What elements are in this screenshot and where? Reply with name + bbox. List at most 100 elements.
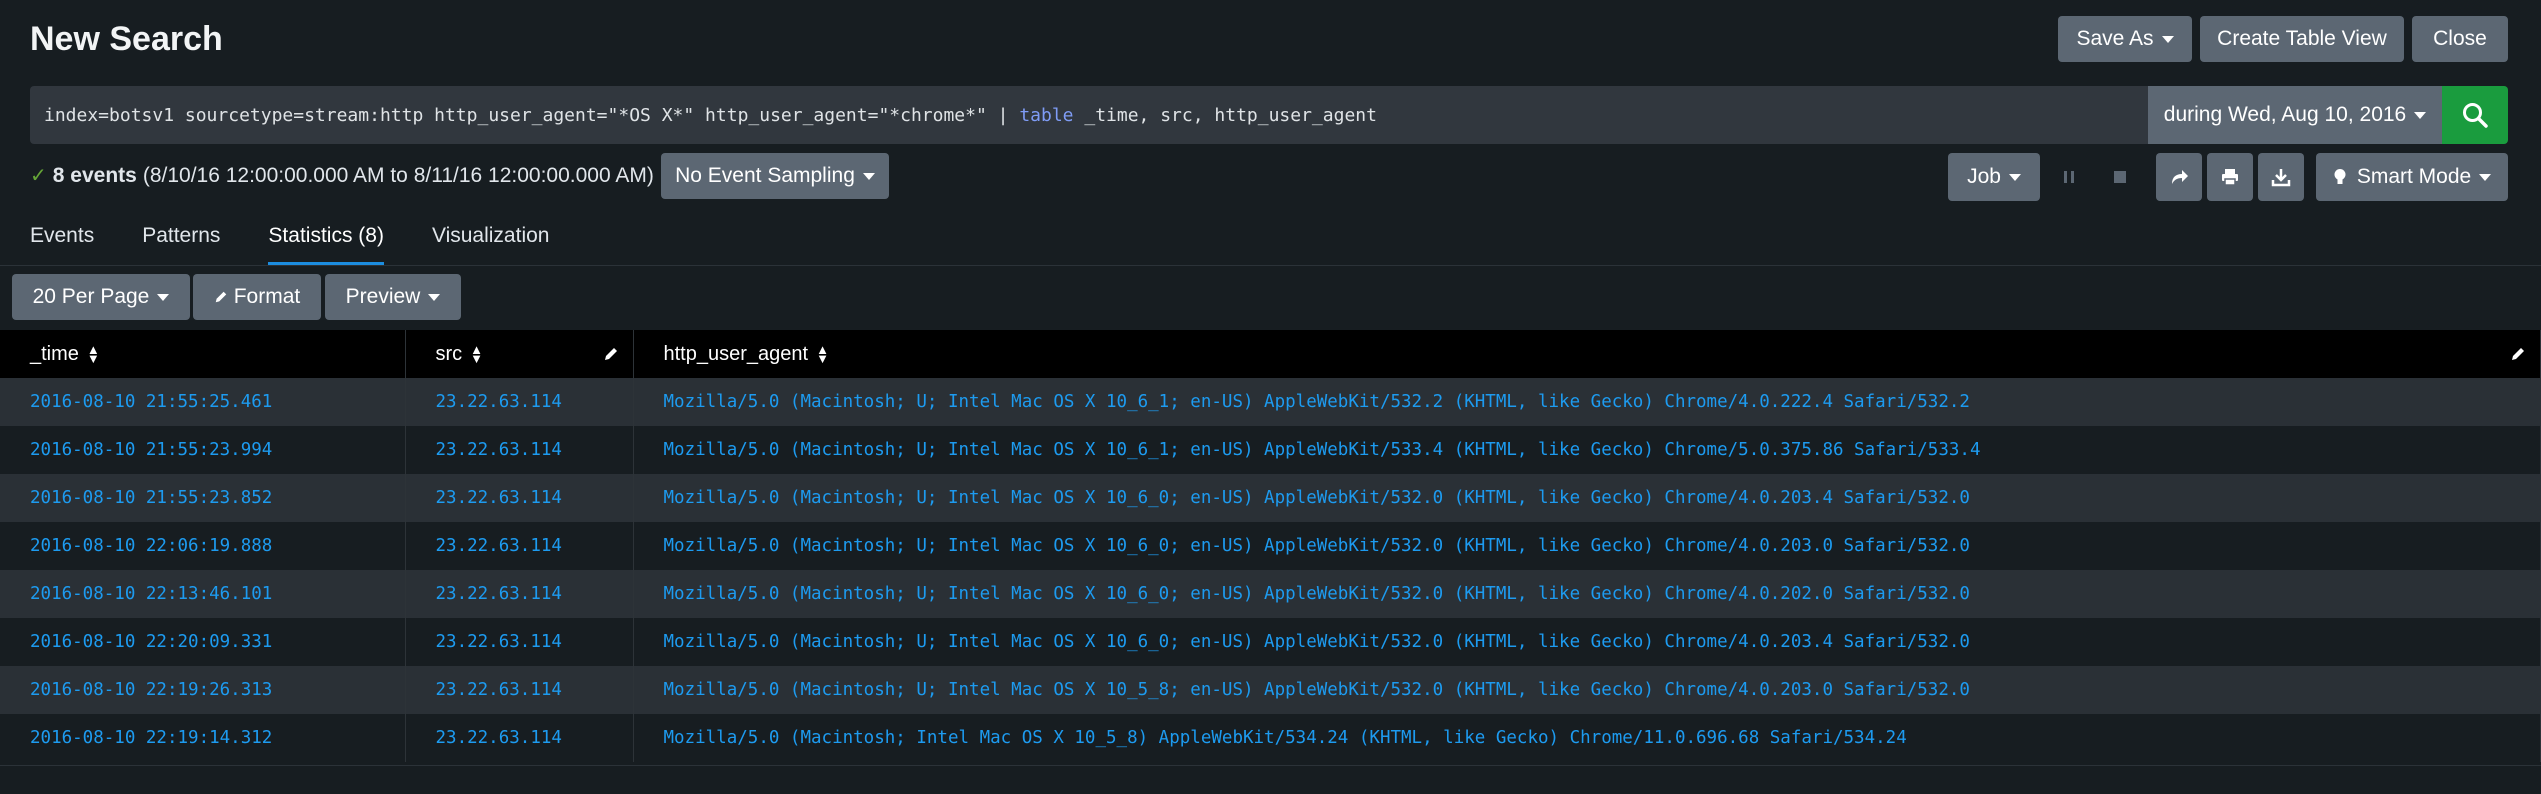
table-row: 2016-08-10 21:55:23.994 23.22.63.114 Moz… [0, 426, 2541, 474]
page-title: New Search [30, 20, 223, 58]
close-button[interactable]: Close [2412, 16, 2508, 62]
table-row: 2016-08-10 22:19:14.312 23.22.63.114 Moz… [0, 714, 2541, 762]
pencil-icon [215, 291, 226, 303]
cell-src[interactable]: 23.22.63.114 [405, 426, 634, 474]
time-range-label: during Wed, Aug 10, 2016 [2163, 103, 2407, 126]
query-prefix: index=botsv1 sourcetype=stream:http http… [44, 104, 1020, 126]
printer-icon [2222, 169, 2238, 186]
format-button[interactable]: Format [193, 274, 321, 320]
events-range: (8/10/16 12:00:00.000 AM to 8/11/16 12:0… [142, 163, 654, 187]
table-row: 2016-08-10 21:55:25.461 23.22.63.114 Moz… [0, 378, 2541, 426]
cell-user-agent[interactable]: Mozilla/5.0 (Macintosh; U; Intel Mac OS … [633, 522, 2541, 570]
preview-dropdown[interactable]: Preview [325, 274, 461, 320]
sort-arrows-icon[interactable]: ▲ ▼ [816, 343, 829, 365]
cell-user-agent[interactable]: Mozilla/5.0 (Macintosh; U; Intel Mac OS … [633, 666, 2541, 714]
print-button[interactable] [2207, 153, 2253, 201]
save-as-label: Save As [2076, 27, 2154, 50]
cell-user-agent[interactable]: Mozilla/5.0 (Macintosh; U; Intel Mac OS … [633, 570, 2541, 618]
cell-src[interactable]: 23.22.63.114 [405, 666, 634, 714]
stop-icon [2114, 171, 2126, 183]
sort-arrows-icon[interactable]: ▲ ▼ [470, 343, 483, 365]
search-button[interactable] [2442, 86, 2508, 144]
format-label: Format [233, 285, 301, 308]
table-header-row: _time ▲ ▼ src ▲ ▼ http_user_agent ▲ ▼ [0, 330, 2541, 378]
checkmark-icon: ✓ [30, 165, 47, 187]
table-row: 2016-08-10 21:55:23.852 23.22.63.114 Moz… [0, 474, 2541, 522]
table-row: 2016-08-10 22:13:46.101 23.22.63.114 Moz… [0, 570, 2541, 618]
tab-statistics[interactable]: Statistics (8) [268, 224, 384, 266]
event-sampling-label: No Event Sampling [675, 164, 855, 187]
chevron-down-icon [2414, 111, 2427, 119]
tab-patterns[interactable]: Patterns [142, 224, 220, 266]
query-suffix: _time, src, http_user_agent [1073, 104, 1377, 126]
cell-src[interactable]: 23.22.63.114 [405, 714, 634, 762]
cell-src[interactable]: 23.22.63.114 [405, 618, 634, 666]
export-button[interactable] [2258, 153, 2304, 201]
share-button[interactable] [2156, 153, 2202, 201]
column-header-label: src [435, 342, 463, 365]
column-header-src[interactable]: src ▲ ▼ [405, 330, 634, 378]
job-dropdown[interactable]: Job [1948, 153, 2040, 201]
events-count: 8 events [52, 163, 137, 187]
column-header-label: _time [30, 342, 79, 365]
cell-time[interactable]: 2016-08-10 21:55:25.461 [0, 378, 406, 426]
create-table-view-button[interactable]: Create Table View [2200, 16, 2404, 62]
table-row: 2016-08-10 22:06:19.888 23.22.63.114 Moz… [0, 522, 2541, 570]
pencil-icon[interactable] [2510, 346, 2526, 362]
sort-arrows-icon[interactable]: ▲ ▼ [87, 343, 100, 365]
download-icon [2271, 169, 2291, 187]
share-arrow-icon [2172, 170, 2188, 184]
save-as-button[interactable]: Save As [2058, 16, 2192, 62]
tab-visualization[interactable]: Visualization [432, 224, 550, 266]
per-page-dropdown[interactable]: 20 Per Page [12, 274, 190, 320]
chevron-down-icon [2479, 173, 2492, 181]
cell-time[interactable]: 2016-08-10 21:55:23.994 [0, 426, 406, 474]
cell-src[interactable]: 23.22.63.114 [405, 378, 634, 426]
pencil-icon[interactable] [603, 346, 619, 362]
per-page-label: 20 Per Page [32, 285, 150, 308]
cell-time[interactable]: 2016-08-10 21:55:23.852 [0, 474, 406, 522]
pause-button[interactable] [2051, 153, 2087, 201]
lightbulb-icon [2334, 169, 2346, 184]
stop-button[interactable] [2102, 153, 2138, 201]
preview-label: Preview [345, 285, 421, 308]
cell-time[interactable]: 2016-08-10 22:20:09.331 [0, 618, 406, 666]
cell-user-agent[interactable]: Mozilla/5.0 (Macintosh; U; Intel Mac OS … [633, 378, 2541, 426]
cell-src[interactable]: 23.22.63.114 [405, 522, 634, 570]
chevron-down-icon [862, 172, 875, 180]
chevron-down-icon [428, 293, 441, 301]
cell-time[interactable]: 2016-08-10 22:06:19.888 [0, 522, 406, 570]
cell-time[interactable]: 2016-08-10 22:13:46.101 [0, 570, 406, 618]
cell-user-agent[interactable]: Mozilla/5.0 (Macintosh; Intel Mac OS X 1… [633, 714, 2541, 762]
cell-src[interactable]: 23.22.63.114 [405, 474, 634, 522]
cell-user-agent[interactable]: Mozilla/5.0 (Macintosh; U; Intel Mac OS … [633, 618, 2541, 666]
cell-user-agent[interactable]: Mozilla/5.0 (Macintosh; U; Intel Mac OS … [633, 474, 2541, 522]
column-header-time[interactable]: _time ▲ ▼ [0, 330, 406, 378]
cell-src[interactable]: 23.22.63.114 [405, 570, 634, 618]
create-table-view-label: Create Table View [2217, 27, 2387, 50]
cell-time[interactable]: 2016-08-10 22:19:26.313 [0, 666, 406, 714]
event-sampling-dropdown[interactable]: No Event Sampling [661, 153, 889, 199]
tabs-divider [0, 265, 2541, 266]
cell-time[interactable]: 2016-08-10 22:19:14.312 [0, 714, 406, 762]
table-row: 2016-08-10 22:19:26.313 23.22.63.114 Moz… [0, 666, 2541, 714]
time-range-picker[interactable]: during Wed, Aug 10, 2016 [2148, 86, 2442, 144]
search-input[interactable]: index=botsv1 sourcetype=stream:http http… [30, 86, 2148, 144]
table-footer-divider [0, 765, 2541, 766]
column-header-label: http_user_agent [663, 342, 809, 365]
close-label: Close [2433, 27, 2487, 50]
job-label: Job [1967, 165, 2001, 188]
search-mode-dropdown[interactable]: Smart Mode [2316, 153, 2508, 201]
column-header-http-user-agent[interactable]: http_user_agent ▲ ▼ [633, 330, 2541, 378]
results-tabs: Events Patterns Statistics (8) Visualiza… [30, 224, 597, 266]
event-summary: ✓ 8 events (8/10/16 12:00:00.000 AM to 8… [30, 163, 654, 188]
query-command: table [1019, 104, 1074, 126]
chevron-down-icon [157, 293, 170, 301]
search-mode-label: Smart Mode [2356, 165, 2472, 188]
results-table: _time ▲ ▼ src ▲ ▼ http_user_agent ▲ ▼ 2016-08-… [0, 330, 2541, 762]
magnifier-icon [2463, 103, 2488, 128]
pause-icon [2064, 171, 2074, 183]
chevron-down-icon [2008, 173, 2021, 181]
cell-user-agent[interactable]: Mozilla/5.0 (Macintosh; U; Intel Mac OS … [633, 426, 2541, 474]
tab-events[interactable]: Events [30, 224, 94, 266]
